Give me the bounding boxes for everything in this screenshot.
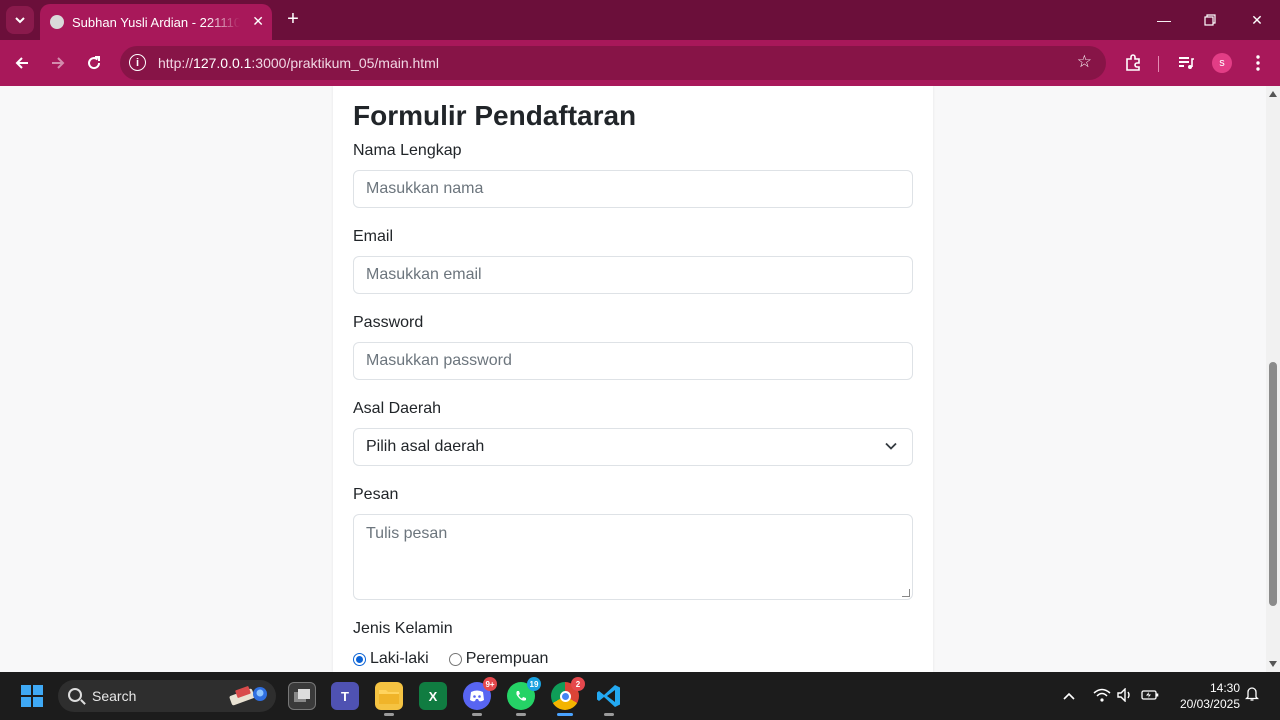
extensions-button[interactable] bbox=[1122, 52, 1144, 74]
running-indicator bbox=[384, 713, 394, 716]
close-window-button[interactable]: ✕ bbox=[1245, 8, 1269, 32]
asal-daerah-selected: Pilih asal daerah bbox=[366, 438, 485, 455]
radio-laki-laki-label[interactable]: Laki-laki bbox=[370, 650, 429, 668]
page-viewport: Formulir Pendaftaran Nama Lengkap Masukk… bbox=[0, 86, 1280, 672]
forward-button[interactable] bbox=[47, 52, 69, 74]
radio-perempuan[interactable] bbox=[448, 652, 462, 666]
form-card: Formulir Pendaftaran Nama Lengkap Masukk… bbox=[333, 86, 933, 672]
taskbar: Search T X 9+ 19 2 14:30 20/03/2025 bbox=[0, 672, 1280, 720]
chevron-down-icon bbox=[15, 17, 25, 24]
chrome-menu-button[interactable] bbox=[1247, 52, 1269, 74]
tab-title: Subhan Yusli Ardian - 22111020 bbox=[72, 14, 240, 30]
reload-icon bbox=[88, 56, 101, 70]
more-vertical-icon bbox=[1256, 55, 1260, 71]
pesan-label: Pesan bbox=[353, 486, 399, 503]
search-highlight-icon bbox=[229, 686, 267, 706]
task-view-glyph bbox=[294, 689, 310, 702]
toolbar-separator bbox=[1158, 56, 1159, 72]
clock-date: 20/03/2025 bbox=[1179, 697, 1240, 711]
battery-icon[interactable] bbox=[1141, 688, 1159, 704]
discord-badge: 9+ bbox=[483, 677, 497, 691]
chrome-center bbox=[559, 690, 571, 702]
phone-icon bbox=[516, 691, 526, 701]
scroll-down-arrow[interactable] bbox=[1269, 661, 1277, 667]
volume-icon[interactable] bbox=[1117, 687, 1133, 705]
vscode-glyph bbox=[597, 685, 620, 707]
search-icon bbox=[68, 688, 82, 702]
gender-label: Jenis Kelamin bbox=[353, 620, 453, 637]
chrome-badge: 2 bbox=[571, 677, 585, 691]
folder-icon bbox=[379, 690, 399, 704]
scroll-up-arrow[interactable] bbox=[1269, 91, 1277, 97]
notification-icon[interactable] bbox=[1244, 686, 1260, 705]
new-tab-button[interactable]: + bbox=[282, 8, 304, 30]
discord-glyph bbox=[470, 690, 484, 702]
browser-tab[interactable]: Subhan Yusli Ardian - 22111020 ✕ bbox=[40, 4, 272, 40]
system-clock[interactable]: 14:30 20/03/2025 bbox=[1172, 680, 1240, 712]
minimize-button[interactable]: — bbox=[1152, 8, 1176, 32]
asal-daerah-label: Asal Daerah bbox=[353, 400, 442, 417]
globe-icon bbox=[50, 15, 64, 29]
pesan-placeholder: Tulis pesan bbox=[366, 525, 448, 542]
reload-button[interactable] bbox=[83, 52, 105, 74]
whatsapp-badge: 19 bbox=[527, 677, 541, 691]
browser-toolbar: i http://127.0.0.1:3000/praktikum_05/mai… bbox=[0, 40, 1280, 86]
arrow-right-icon bbox=[52, 57, 65, 69]
discord-icon[interactable]: 9+ bbox=[463, 677, 497, 716]
info-icon[interactable]: i bbox=[129, 54, 146, 71]
url-host: 127.0.0.1 bbox=[193, 55, 252, 71]
radio-perempuan-label[interactable]: Perempuan bbox=[466, 650, 549, 668]
url-scheme: http:// bbox=[158, 55, 194, 71]
tab-search-button[interactable] bbox=[6, 6, 34, 34]
running-indicator bbox=[472, 713, 482, 716]
taskbar-search-label: Search bbox=[92, 688, 137, 704]
arrow-left-icon bbox=[15, 57, 28, 69]
media-controls-button[interactable] bbox=[1175, 52, 1197, 74]
task-view-icon[interactable] bbox=[288, 682, 316, 710]
page-scrollbar[interactable] bbox=[1266, 86, 1280, 672]
clock-time: 14:30 bbox=[1209, 681, 1240, 695]
windows-start-icon[interactable] bbox=[21, 685, 43, 707]
resize-handle[interactable] bbox=[902, 589, 910, 597]
password-input[interactable]: Masukkan password bbox=[353, 342, 913, 380]
vscode-icon[interactable] bbox=[595, 682, 623, 716]
puzzle-icon bbox=[1126, 54, 1140, 71]
excel-icon[interactable]: X bbox=[419, 682, 447, 710]
running-indicator bbox=[604, 713, 614, 716]
nama-label: Nama Lengkap bbox=[353, 142, 462, 159]
running-indicator bbox=[516, 713, 526, 716]
password-label: Password bbox=[353, 314, 424, 331]
bookmark-star-icon[interactable]: ☆ bbox=[1077, 52, 1092, 72]
tray-chevron-up-icon[interactable] bbox=[1062, 688, 1076, 704]
restore-button[interactable] bbox=[1198, 8, 1222, 32]
radio-laki-laki[interactable] bbox=[353, 652, 366, 666]
restore-icon bbox=[1204, 14, 1216, 26]
wifi-icon[interactable] bbox=[1093, 688, 1111, 705]
chevron-down-icon bbox=[885, 442, 897, 450]
email-label: Email bbox=[353, 228, 394, 245]
nama-input[interactable]: Masukkan nama bbox=[353, 170, 913, 208]
file-explorer-icon[interactable] bbox=[375, 682, 403, 716]
gender-options: Laki-laki Perempuan bbox=[353, 650, 548, 668]
url-path: :3000/praktikum_05/main.html bbox=[251, 55, 439, 71]
asal-daerah-select[interactable]: Pilih asal daerah bbox=[353, 428, 913, 466]
pesan-textarea[interactable]: Tulis pesan bbox=[353, 514, 913, 600]
scroll-thumb[interactable] bbox=[1269, 362, 1277, 606]
profile-avatar[interactable]: s bbox=[1212, 53, 1232, 73]
form-title: Formulir Pendaftaran bbox=[353, 100, 637, 131]
teams-icon[interactable]: T bbox=[331, 682, 359, 710]
whatsapp-icon[interactable]: 19 bbox=[507, 677, 541, 716]
active-indicator bbox=[557, 713, 573, 716]
address-bar[interactable]: i http://127.0.0.1:3000/praktikum_05/mai… bbox=[120, 46, 1106, 80]
tab-bar: Subhan Yusli Ardian - 22111020 ✕ + — ✕ bbox=[0, 0, 1280, 40]
playlist-icon bbox=[1179, 57, 1194, 69]
close-tab-icon[interactable]: ✕ bbox=[252, 13, 264, 30]
back-button[interactable] bbox=[11, 52, 33, 74]
email-input[interactable]: Masukkan email bbox=[353, 256, 913, 294]
chrome-icon[interactable]: 2 bbox=[551, 677, 585, 716]
